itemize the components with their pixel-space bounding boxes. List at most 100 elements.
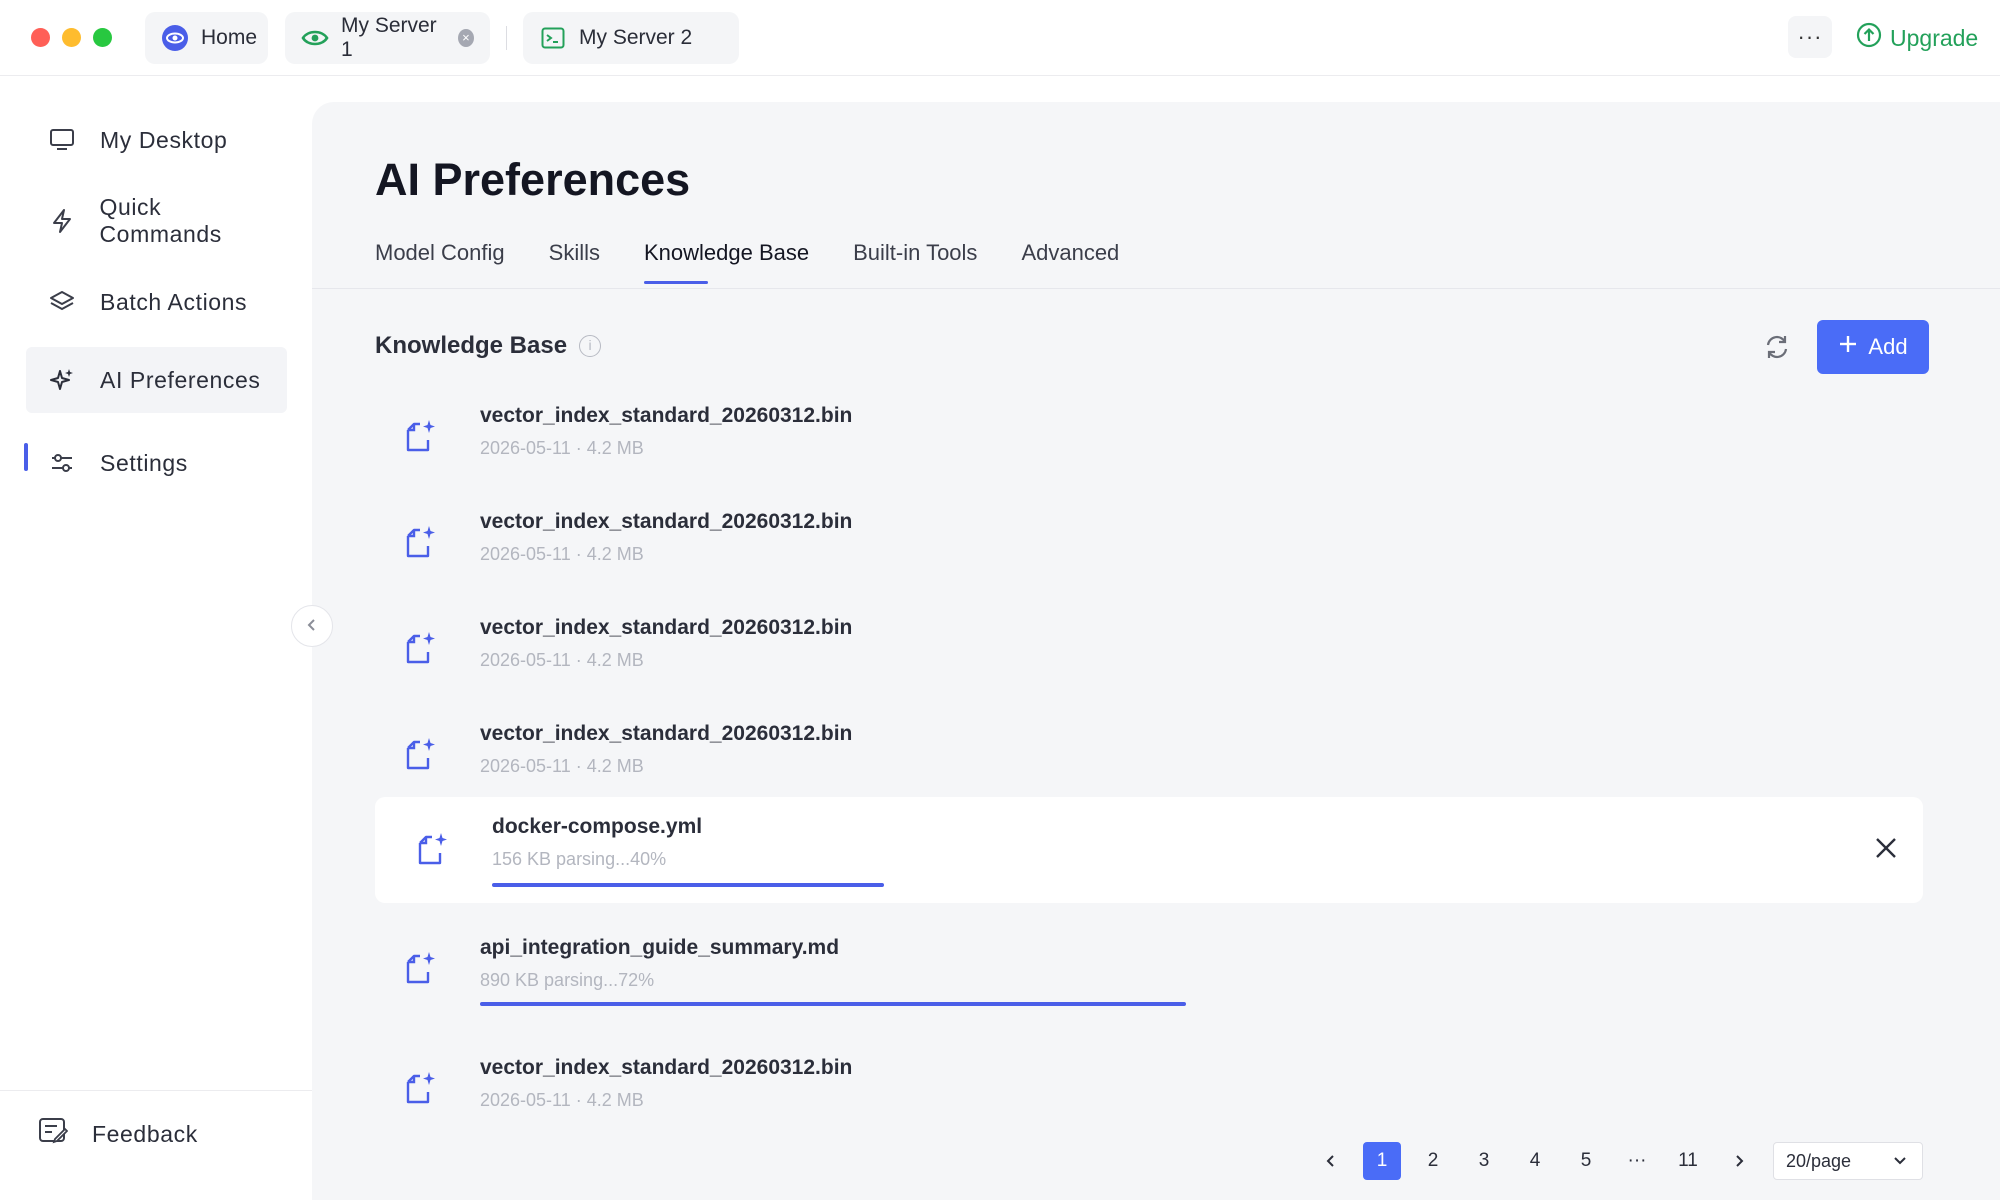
page-button[interactable]: 1 (1363, 1142, 1401, 1180)
chevron-left-icon (306, 616, 318, 637)
preference-tabs: Model Config Skills Knowledge Base Built… (375, 240, 1119, 284)
sidebar-item-my-desktop[interactable]: My Desktop (26, 107, 287, 173)
sidebar-item-label: Batch Actions (100, 288, 248, 315)
file-row[interactable]: vector_index_standard_20260312.bin 2026-… (375, 706, 1923, 806)
sidebar-item-label: Settings (100, 449, 188, 476)
page-button[interactable]: 5 (1567, 1142, 1605, 1180)
prev-page-button[interactable] (1312, 1142, 1350, 1180)
refresh-icon (1763, 333, 1791, 366)
tab-built-in-tools[interactable]: Built-in Tools (853, 240, 977, 284)
upgrade-button[interactable]: Upgrade (1856, 22, 1978, 54)
file-meta: 2026-05-11 · 4.2 MB (480, 438, 644, 458)
file-name: vector_index_standard_20260312.bin (480, 510, 853, 533)
file-name: docker-compose.yml (492, 815, 703, 838)
section-title: Knowledge Base i (375, 332, 602, 360)
title-bar: Home My Server 1 × My Server 2 ··· Upgra… (0, 0, 2000, 76)
sidebar-item-quick-commands[interactable]: Quick Commands (26, 188, 287, 254)
pagination: 1 2 3 4 5 ··· 11 20/page (312, 1142, 2000, 1182)
tab-close-icon[interactable]: × (457, 29, 474, 47)
add-label: Add (1868, 334, 1908, 359)
cancel-upload-button[interactable] (1871, 833, 1901, 863)
eye-icon (301, 24, 329, 52)
main-panel: AI Preferences Model Config Skills Knowl… (312, 102, 2000, 1200)
tab-my-server-2[interactable]: My Server 2 (523, 12, 739, 64)
close-icon (1876, 838, 1896, 858)
next-page-button[interactable] (1720, 1142, 1758, 1180)
sparkle-icon (48, 366, 76, 394)
sidebar: My Desktop Quick Commands Batch Actions … (0, 77, 312, 1200)
collapse-sidebar-button[interactable] (291, 605, 333, 647)
sidebar-item-batch-actions[interactable]: Batch Actions (26, 269, 287, 335)
file-sparkle-icon (412, 829, 452, 869)
page-button[interactable]: 3 (1465, 1142, 1503, 1180)
page-button[interactable]: 2 (1414, 1142, 1452, 1180)
file-row[interactable]: vector_index_standard_20260312.bin 2026-… (375, 494, 1923, 594)
file-sparkle-icon (400, 734, 440, 774)
window-minimize-button[interactable] (62, 28, 81, 47)
refresh-button[interactable] (1760, 332, 1794, 366)
page-size-select[interactable]: 20/page (1773, 1142, 1923, 1180)
file-row[interactable]: vector_index_standard_20260312.bin 2026-… (375, 388, 1923, 488)
tab-my-server-1-label: My Server 1 (341, 14, 437, 61)
sidebar-item-settings[interactable]: Settings (26, 430, 287, 496)
more-options-button[interactable]: ··· (1788, 16, 1832, 58)
sliders-icon (48, 449, 76, 477)
chevron-right-icon (1736, 1155, 1744, 1167)
file-row-uploading[interactable]: docker-compose.yml 156 KB parsing...40% (375, 797, 1923, 903)
sidebar-item-label: Quick Commands (99, 194, 222, 247)
upgrade-arrow-icon (1856, 22, 1882, 54)
eye-logo-icon (161, 24, 189, 52)
tab-my-server-1[interactable]: My Server 1 × (285, 12, 490, 64)
file-row-uploading[interactable]: api_integration_guide_summary.md 890 KB … (375, 920, 1923, 1020)
tab-model-config[interactable]: Model Config (375, 240, 505, 284)
sidebar-item-label: My Desktop (100, 126, 228, 153)
sidebar-item-ai-preferences[interactable]: AI Preferences (26, 347, 287, 413)
chevron-left-icon (1326, 1155, 1334, 1167)
tab-separator (506, 26, 507, 50)
layers-icon (48, 288, 76, 316)
tab-knowledge-base[interactable]: Knowledge Base (643, 240, 809, 284)
sidebar-divider (0, 1090, 312, 1091)
file-sparkle-icon (400, 522, 440, 562)
file-name: vector_index_standard_20260312.bin (480, 404, 853, 427)
section-title-label: Knowledge Base (375, 332, 568, 359)
file-sparkle-icon (400, 1068, 440, 1108)
file-meta: 890 KB parsing...72% (480, 970, 655, 990)
progress-bar (492, 883, 884, 887)
file-row[interactable]: vector_index_standard_20260312.bin 2026-… (375, 1040, 1923, 1140)
page-button[interactable]: 4 (1516, 1142, 1554, 1180)
feedback-button[interactable]: Feedback (38, 1117, 198, 1151)
file-meta: 2026-05-11 · 4.2 MB (480, 1090, 644, 1110)
tab-my-server-2-label: My Server 2 (579, 26, 693, 49)
tab-skills[interactable]: Skills (549, 240, 600, 284)
file-name: vector_index_standard_20260312.bin (480, 722, 853, 745)
feedback-icon (38, 1117, 69, 1151)
file-name: vector_index_standard_20260312.bin (480, 1056, 853, 1079)
tab-advanced[interactable]: Advanced (1021, 240, 1119, 284)
page-title: AI Preferences (375, 154, 691, 205)
file-meta: 2026-05-11 · 4.2 MB (480, 650, 644, 670)
file-sparkle-icon (400, 416, 440, 456)
tab-home-label: Home (201, 26, 258, 49)
window-close-button[interactable] (31, 28, 50, 47)
window-zoom-button[interactable] (93, 28, 112, 47)
page-size-value: 20/page (1786, 1150, 1852, 1171)
tabs-divider (312, 288, 2000, 289)
page-button[interactable]: 11 (1669, 1142, 1707, 1180)
tab-home[interactable]: Home (145, 12, 268, 64)
file-meta: 2026-05-11 · 4.2 MB (480, 756, 644, 776)
progress-bar (480, 1002, 1186, 1006)
page-ellipsis[interactable]: ··· (1618, 1142, 1656, 1180)
upgrade-label: Upgrade (1890, 24, 1979, 51)
plus-icon (1838, 334, 1858, 360)
feedback-label: Feedback (92, 1120, 198, 1147)
file-sparkle-icon (400, 628, 440, 668)
file-name: api_integration_guide_summary.md (480, 936, 840, 959)
more-icon: ··· (1797, 24, 1823, 49)
monitor-icon (48, 126, 76, 154)
info-icon[interactable]: i (579, 335, 602, 357)
file-row[interactable]: vector_index_standard_20260312.bin 2026-… (375, 600, 1923, 700)
file-name: vector_index_standard_20260312.bin (480, 616, 853, 639)
file-meta: 156 KB parsing...40% (492, 849, 667, 869)
add-button[interactable]: Add (1817, 320, 1929, 374)
